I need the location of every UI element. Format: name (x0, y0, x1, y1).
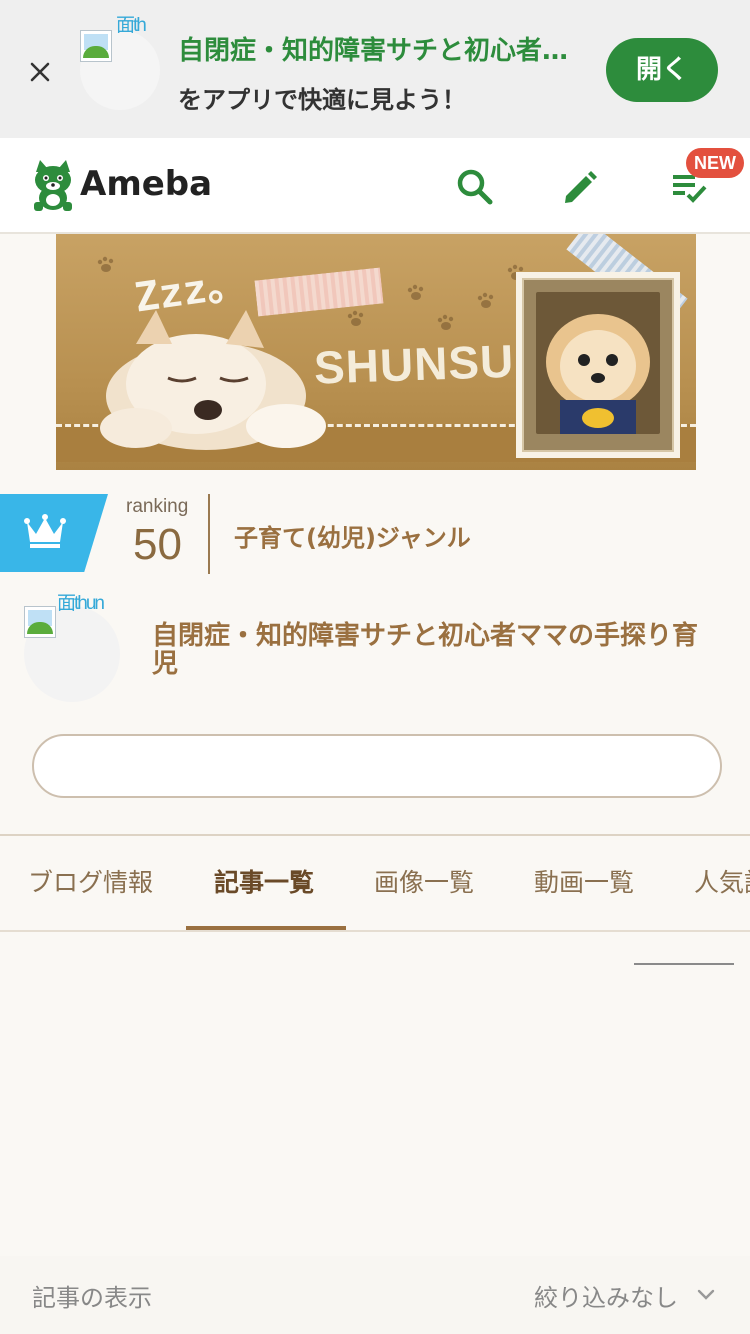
search-icon[interactable] (454, 166, 494, 206)
ameba-logo-icon[interactable] (30, 158, 76, 212)
ranking-tag[interactable] (0, 494, 108, 572)
blog-title[interactable]: 自閉症・知的障害サチと初心者ママの手探り育児 (152, 622, 722, 678)
pomeranian-photo (536, 292, 660, 434)
tab-popular-articles[interactable]: 人気記事 (694, 836, 750, 930)
content-divider (634, 963, 734, 965)
promo-avatar-alt-text: 面th (116, 15, 147, 36)
filter-select[interactable]: 絞り込みなし (534, 1278, 678, 1313)
chevron-down-icon[interactable] (696, 1284, 716, 1304)
framed-dog-photo (516, 272, 680, 458)
sleeping-dog-illustration (100, 310, 326, 450)
promo-subtitle: をアプリで快適に見よう！ (178, 86, 466, 114)
broken-image-icon (24, 606, 56, 638)
paw-print-icon (477, 292, 494, 308)
tab-image-list[interactable]: 画像一覧 (374, 836, 474, 930)
blog-avatar-alt-text: 面thun (57, 593, 105, 614)
new-badge: NEW (686, 148, 744, 178)
promo-blog-title: 自閉症・知的障害サチと初心者ママの手探り育児 (178, 36, 578, 66)
tab-blog-info[interactable]: ブログ情報 (28, 836, 153, 930)
paw-print-icon (347, 310, 364, 326)
paw-print-icon (407, 284, 424, 300)
pencil-icon[interactable] (560, 166, 600, 206)
ranking-number[interactable]: 50 (133, 520, 182, 570)
tab-article-list[interactable]: 記事一覧 (214, 836, 314, 930)
blog-tabs: ブログ情報 記事一覧 画像一覧 動画一覧 人気記事 (0, 836, 750, 930)
filter-label: 記事の表示 (32, 1284, 152, 1312)
blog-search-input[interactable] (32, 734, 722, 798)
ranking-genre-link[interactable]: 子育て(幼児)ジャンル (234, 518, 471, 553)
paw-print-icon (437, 314, 454, 330)
ranking-label: ranking (126, 496, 189, 517)
cover-torn-edge (56, 470, 696, 484)
crown-icon (24, 514, 66, 548)
broken-image-icon (80, 30, 112, 62)
blog-cover-image[interactable]: Zzz。 SHUNSUKE (56, 234, 696, 484)
site-header: Ameba NEW (0, 138, 750, 234)
article-filter-bar[interactable]: 記事の表示 絞り込みなし (0, 1256, 750, 1334)
open-app-button[interactable]: 開く (606, 38, 718, 102)
paw-print-icon (97, 256, 114, 272)
ameba-logo-text[interactable]: Ameba (80, 164, 212, 204)
app-promo-banner: 面th 自閉症・知的障害サチと初心者ママの手探り育児 をアプリで快適に見よう！ … (0, 0, 750, 138)
tab-video-list[interactable]: 動画一覧 (534, 836, 634, 930)
ranking-divider (208, 494, 210, 574)
close-icon[interactable] (24, 56, 56, 88)
tabs-bottom-divider (0, 930, 750, 932)
